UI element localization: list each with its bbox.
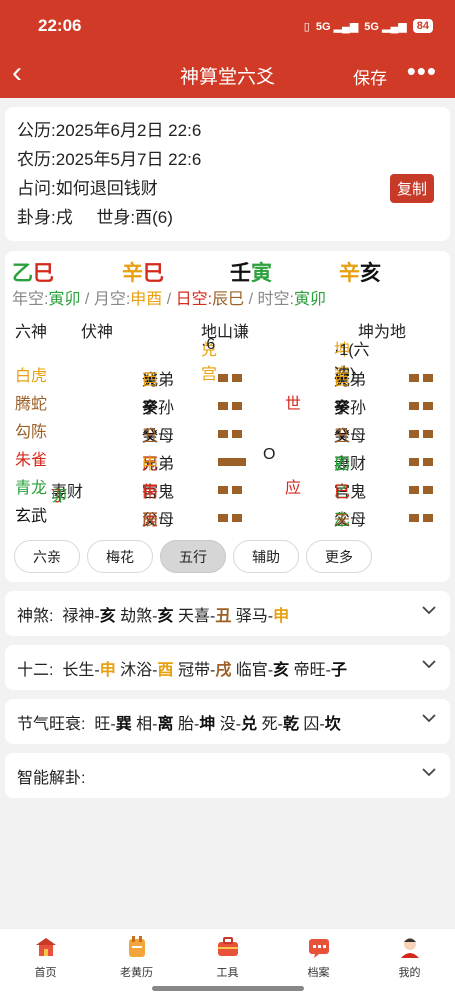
hexagram-header: 六神 伏神 地山谦 兑宫 ·6 坤为地 坤宫 ·1(六冲) xyxy=(12,314,443,383)
home-icon xyxy=(35,938,56,956)
shishen-value: 酉(6) xyxy=(135,208,173,227)
meihua-button[interactable]: 梅花 xyxy=(87,540,153,573)
yao-line: 朱雀 兄弟丙申 O 妻财乙卯 xyxy=(12,442,443,473)
six-spirit: 勾陈 xyxy=(15,424,48,441)
shi-ying-mark: 应 xyxy=(285,480,302,497)
ai-interpretation-section[interactable]: 智能解卦: xyxy=(5,753,450,798)
void-row: 年空:寅卯 / 月空:申酉 / 日空:辰巳 / 时空:寅卯 xyxy=(12,291,326,308)
back-icon[interactable]: ‹ xyxy=(12,58,22,88)
toolbox-icon xyxy=(217,937,238,956)
ai-label: 智能解卦: xyxy=(17,769,86,787)
liuqin-button[interactable]: 六亲 xyxy=(14,540,80,573)
status-bar: 22:06 ▯ 5G ▂▄▆ 5G ▂▄▆ 84 xyxy=(0,0,455,52)
seasonal-strength-section[interactable]: 节气旺衰: 旺- 巽 相- 离 胎- 坤 没- 兑 死- 乾 囚- 坎 xyxy=(5,699,450,744)
yao-lines: 白虎 兄弟癸酉兄弟癸酉腾蛇 子孙癸亥世子孙癸亥勾陈 父母癸丑父母癸丑朱雀 兄弟丙申 O 妻财… xyxy=(12,358,443,529)
lunar-date: 2025年5月7日 22:6 xyxy=(55,150,202,169)
chevron-down-icon[interactable] xyxy=(422,765,436,779)
yao-line: 青龙 妻财丁卯官鬼丙午应官鬼乙巳 xyxy=(12,470,443,505)
more-icon[interactable]: ••• xyxy=(407,58,437,84)
home-indicator xyxy=(152,986,304,991)
tab-home[interactable]: 首页 xyxy=(0,929,91,1000)
solar-date-row: 公历:2025年6月2日 22:6 xyxy=(17,121,202,140)
moving-mark: O xyxy=(263,446,276,463)
chevron-down-icon[interactable] xyxy=(422,657,436,671)
status-time: 22:06 xyxy=(38,16,82,35)
hour-pillar: 辛亥 xyxy=(339,262,381,285)
mode-buttons: 六亲 梅花 五行 辅助 更多 xyxy=(12,540,443,573)
assist-button[interactable]: 辅助 xyxy=(233,540,299,573)
month-pillar: 辛巳 xyxy=(122,262,164,285)
shensha-section[interactable]: 神煞: 禄神- 亥 劫煞- 亥 天喜- 丑 驿马- 申 xyxy=(5,591,450,636)
signal-icon-2: 5G ▂▄▆ xyxy=(364,20,407,33)
vibrate-icon: ▯ xyxy=(303,20,310,33)
profile-icon xyxy=(400,938,419,958)
year-pillar: 乙巳 xyxy=(12,262,54,285)
chevron-down-icon[interactable] xyxy=(422,603,436,617)
hexagram-card: 乙巳 辛巳 壬寅 辛亥 年空:寅卯 / 月空:申酉 / 日空:辰巳 / 时空:寅… xyxy=(5,251,450,582)
six-spirit: 白虎 xyxy=(15,368,48,385)
chevron-down-icon[interactable] xyxy=(422,711,436,725)
yao-line: 玄武 父母丙辰父母乙未 xyxy=(12,498,443,529)
four-pillars: 乙巳 辛巳 壬寅 辛亥 xyxy=(12,258,443,286)
body-row: 卦身:戌 世身:酉(6) xyxy=(17,208,173,227)
six-spirit: 青龙 xyxy=(15,480,48,497)
liushen-header: 六神 xyxy=(15,324,48,341)
six-spirit: 玄武 xyxy=(15,508,48,525)
save-button[interactable]: 保存 xyxy=(353,64,387,89)
almanac-icon xyxy=(128,936,145,957)
status-icons: ▯ 5G ▂▄▆ 5G ▂▄▆ 84 xyxy=(304,19,433,33)
copy-button[interactable]: 复制 xyxy=(389,174,434,203)
solar-date: 2025年6月2日 22:6 xyxy=(55,121,202,140)
shi-ying-mark: 世 xyxy=(285,396,302,413)
info-card: 公历:2025年6月2日 22:6 农历:2025年5月7日 22:6 占问:如… xyxy=(5,107,450,241)
tab-profile[interactable]: 我的 xyxy=(364,929,455,1000)
question-row: 占问:如何退回钱财 xyxy=(17,179,158,198)
signal-icon: 5G ▂▄▆ xyxy=(315,20,359,33)
six-spirit: 腾蛇 xyxy=(15,396,48,413)
more-button[interactable]: 更多 xyxy=(306,540,372,573)
fushen-header: 伏神 xyxy=(81,324,114,341)
nav-bar: ‹ 神算堂六爻 保存 ••• xyxy=(0,52,455,98)
six-spirit: 朱雀 xyxy=(15,452,48,469)
archive-icon xyxy=(308,939,329,958)
yao-line: 勾陈 父母癸丑父母癸丑 xyxy=(12,414,443,445)
yao-line: 腾蛇 子孙癸亥世子孙癸亥 xyxy=(12,386,443,417)
lunar-date-row: 农历:2025年5月7日 22:6 xyxy=(17,150,202,169)
yao-line: 白虎 兄弟癸酉兄弟癸酉 xyxy=(12,358,443,389)
battery-icon: 84 xyxy=(412,19,433,33)
wuxing-button[interactable]: 五行 xyxy=(160,540,226,573)
twelve-stages-section[interactable]: 十二: 长生- 申 沐浴- 酉 冠带- 戌 临官- 亥 帝旺- 子 xyxy=(5,645,450,690)
question-text: 如何退回钱财 xyxy=(55,179,158,198)
guashen-value: 戌 xyxy=(55,208,73,227)
day-pillar: 壬寅 xyxy=(230,262,272,285)
